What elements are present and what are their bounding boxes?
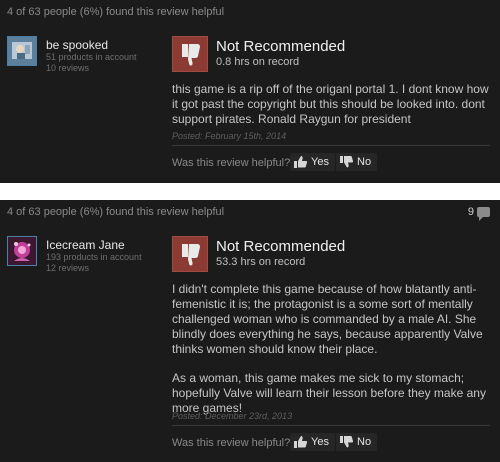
vote-yes-button[interactable]: Yes: [290, 153, 335, 171]
thumbs-down-small-icon: [340, 436, 353, 448]
review-paragraph: I didn't complete this game because of h…: [172, 282, 483, 356]
thumbs-down-icon: [172, 236, 208, 272]
vote-no-button[interactable]: No: [336, 433, 378, 451]
thumbs-up-icon: [294, 436, 307, 448]
divider: [172, 145, 490, 146]
hours-on-record: 0.8 hrs on record: [216, 56, 300, 68]
vote-no-label: No: [357, 436, 372, 448]
found-helpful-text: 4 of 63 people (6%) found this review he…: [7, 6, 225, 18]
vote-yes-label: Yes: [311, 156, 329, 168]
avatar[interactable]: [7, 236, 37, 266]
posted-date: Posted: February 15th, 2014: [172, 131, 287, 141]
review-body: I didn't complete this game because of h…: [172, 282, 490, 430]
comment-count-link[interactable]: 9: [467, 206, 490, 221]
username-link[interactable]: be spooked: [46, 38, 108, 52]
username-link[interactable]: Icecream Jane: [46, 238, 125, 252]
vote-yes-label: Yes: [311, 436, 329, 448]
helpful-question: Was this review helpful?: [172, 157, 291, 169]
review-card: 4 of 63 people (6%) found this review he…: [0, 200, 500, 462]
comment-count: 9: [467, 206, 474, 218]
posted-date: Posted: December 23rd, 2013: [172, 411, 293, 421]
avatar-image: [8, 37, 36, 65]
divider: [172, 425, 490, 426]
comment-bubble-icon: [477, 207, 490, 221]
thumbs-down-small-icon: [340, 156, 353, 168]
reviews-count[interactable]: 12 reviews: [46, 263, 89, 273]
helpful-question: Was this review helpful?: [172, 437, 291, 449]
avatar[interactable]: [7, 36, 37, 66]
hours-on-record: 53.3 hrs on record: [216, 256, 306, 268]
thumbs-down-icon: [172, 36, 208, 72]
verdict-title[interactable]: Not Recommended: [216, 38, 345, 55]
avatar-image: [8, 237, 36, 265]
vote-no-label: No: [357, 156, 372, 168]
review-paragraph: this game is a rip off of the origanl po…: [172, 82, 489, 126]
products-count[interactable]: 51 products in account: [46, 52, 137, 62]
reviews-count[interactable]: 10 reviews: [46, 63, 89, 73]
review-paragraph: As a woman, this game makes me sick to m…: [172, 371, 486, 415]
thumbs-up-icon: [294, 156, 307, 168]
vote-yes-button[interactable]: Yes: [290, 433, 335, 451]
products-count[interactable]: 193 products in account: [46, 252, 142, 262]
vote-no-button[interactable]: No: [336, 153, 378, 171]
review-card: 4 of 63 people (6%) found this review he…: [0, 0, 500, 183]
verdict-title[interactable]: Not Recommended: [216, 238, 345, 255]
found-helpful-text: 4 of 63 people (6%) found this review he…: [7, 206, 225, 218]
